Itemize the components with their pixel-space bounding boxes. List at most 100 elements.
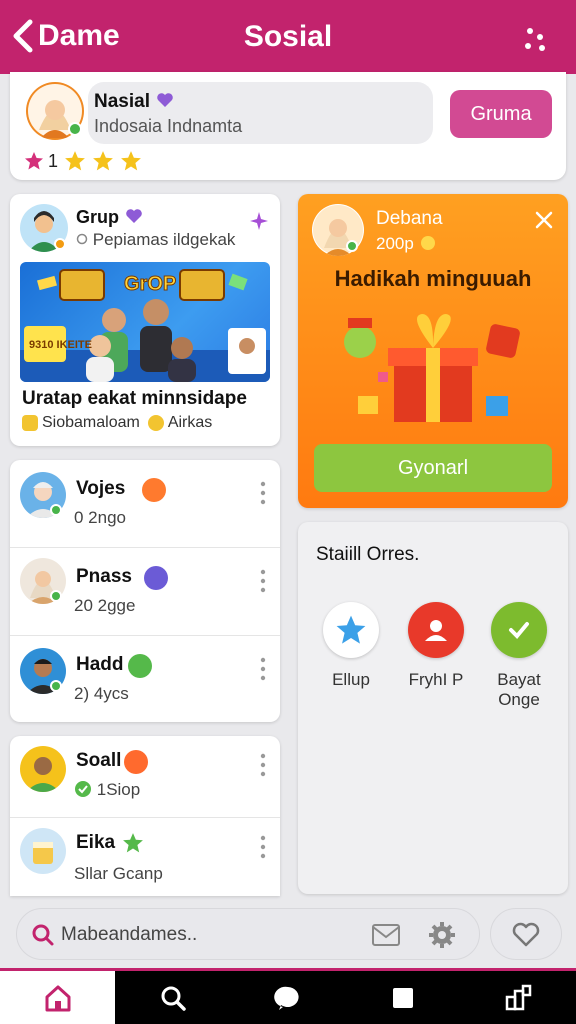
list-item[interactable]: Eika Sllar Gcanp: [10, 818, 280, 896]
search-icon: [161, 986, 186, 1011]
star-icon: [93, 151, 113, 171]
friend-meta: 0 2ngo: [74, 508, 126, 527]
orders-title: Staiill Orres.: [316, 544, 420, 565]
coin-icon: [420, 236, 435, 250]
close-icon[interactable]: [532, 208, 556, 232]
rating-value: 1: [48, 150, 59, 171]
friends-list-secondary: Soall 1Siop Eika Sllar Gcanp: [10, 736, 280, 896]
online-indicator: [50, 680, 62, 692]
search-bar: [16, 908, 480, 960]
friend-meta: 1Siop: [74, 780, 140, 800]
tag-item[interactable]: Siobamaloam: [22, 414, 140, 432]
tag-label: Airkas: [167, 414, 213, 431]
order-label: Bayat Onge: [497, 670, 541, 709]
rating: 1: [24, 150, 142, 172]
group-tags: Siobamaloam Airkas: [22, 414, 212, 432]
order-label: FryhI P: [408, 670, 464, 689]
top-bar: Dame Sosial: [0, 0, 576, 74]
gear-icon[interactable]: [427, 920, 457, 950]
friend-meta: 2) 4ycs: [74, 684, 129, 703]
check-circle-icon: [75, 781, 91, 797]
tag-label: Siobamaloam: [42, 414, 140, 431]
online-indicator: [54, 238, 66, 250]
list-item[interactable]: Vojes 0 2ngo: [10, 460, 280, 548]
group-name: Grup: [76, 206, 144, 228]
check-icon: [491, 602, 547, 658]
search-icon: [32, 924, 54, 946]
friend-name: Pnass: [76, 566, 132, 587]
emoji-badge: [142, 478, 166, 502]
more-vertical-icon[interactable]: [258, 480, 268, 506]
heart-badge-icon: [126, 209, 142, 223]
group-subtitle: Pepiamas ildgekak: [76, 230, 235, 250]
order-label: Ellup: [332, 670, 370, 689]
emoji-badge: [124, 750, 148, 774]
group-name-text: Grup: [76, 207, 119, 227]
status-orders-card: Staiill Orres. Ellup FryhI P Bayat Onge: [298, 522, 568, 894]
mail-icon[interactable]: [371, 922, 401, 948]
online-indicator: [346, 240, 358, 252]
emoji-badge: [144, 566, 168, 590]
profile-location: Indosaia Indnamta: [94, 116, 243, 136]
gift-points: 200p: [376, 234, 437, 254]
order-item-2[interactable]: FryhI P: [396, 602, 476, 690]
tab-search[interactable]: [115, 971, 230, 1024]
more-vertical-icon[interactable]: [258, 568, 268, 594]
group-button[interactable]: Gruma: [450, 90, 552, 138]
order-item-3[interactable]: Bayat Onge: [479, 602, 559, 710]
friend-meta-text: 1Siop: [96, 780, 141, 799]
star-icon: [65, 151, 85, 171]
favorites-button[interactable]: [490, 908, 562, 960]
friend-name: Hadd: [76, 654, 124, 675]
bottom-tab-bar: [0, 968, 576, 1024]
tag-icon: [147, 415, 164, 431]
more-vertical-icon[interactable]: [258, 752, 268, 778]
check-badge-icon: [128, 654, 152, 678]
list-item[interactable]: Pnass 20 2gge: [10, 548, 280, 636]
gift-promo-card: Debana 200p Hadikah minguuah Gyonarl: [298, 194, 568, 508]
friend-avatar: [20, 746, 66, 792]
search-input[interactable]: [61, 921, 341, 949]
star-icon: [323, 602, 379, 658]
profile-name: Nasial: [94, 90, 175, 113]
claim-gift-button[interactable]: Gyonarl: [314, 444, 552, 492]
friend-meta: 20 2gge: [74, 596, 136, 615]
page-title: Sosial: [243, 20, 333, 53]
friends-list: Vojes 0 2ngo Pnass 20 2gge Hadd 2) 4ycs: [10, 460, 280, 722]
refresh-icon: [76, 233, 88, 245]
tab-chat[interactable]: [230, 971, 345, 1024]
gift-box-icon: [344, 314, 520, 422]
online-indicator: [50, 590, 62, 602]
friend-meta: Sllar Gcanp: [74, 864, 163, 883]
online-indicator: [50, 504, 62, 516]
friend-avatar: [20, 828, 66, 874]
more-options-icon[interactable]: [522, 26, 548, 52]
star-badge-icon: [123, 833, 143, 853]
more-vertical-icon[interactable]: [258, 656, 268, 682]
profile-name-text: Nasial: [94, 91, 150, 112]
home-icon: [45, 985, 71, 1011]
gift-sender-name: Debana: [376, 208, 443, 229]
tab-home[interactable]: [0, 971, 116, 1024]
order-item-1[interactable]: Ellup: [311, 602, 391, 690]
friend-name: Eika: [76, 832, 116, 853]
tab-square[interactable]: [346, 971, 461, 1024]
chat-bubble-icon: [274, 986, 299, 1010]
heart-badge-icon: [157, 93, 174, 107]
more-vertical-icon[interactable]: [258, 834, 268, 860]
heart-icon: [512, 922, 540, 947]
list-item[interactable]: Soall 1Siop: [10, 736, 280, 818]
sparkle-icon: [250, 212, 268, 230]
group-card[interactable]: Grup Pepiamas ildgekak GrOP 9310 IKEITE …: [10, 194, 280, 446]
tag-item[interactable]: Airkas: [147, 414, 213, 432]
banner-title: GrOP: [124, 273, 176, 295]
friend-name: Soall: [76, 750, 122, 771]
gift-title: Hadikah minguuah: [334, 266, 532, 291]
tab-apps[interactable]: [461, 971, 576, 1024]
tag-icon: [22, 415, 38, 431]
profile-card: Nasial Indosaia Indnamta Gruma 1: [10, 72, 566, 180]
group-headline: Uratap eakat minnsidape: [22, 388, 247, 409]
group-banner-image[interactable]: GrOP 9310 IKEITE: [20, 262, 270, 382]
friend-name: Vojes: [76, 478, 126, 499]
list-item[interactable]: Hadd 2) 4ycs: [10, 636, 280, 724]
